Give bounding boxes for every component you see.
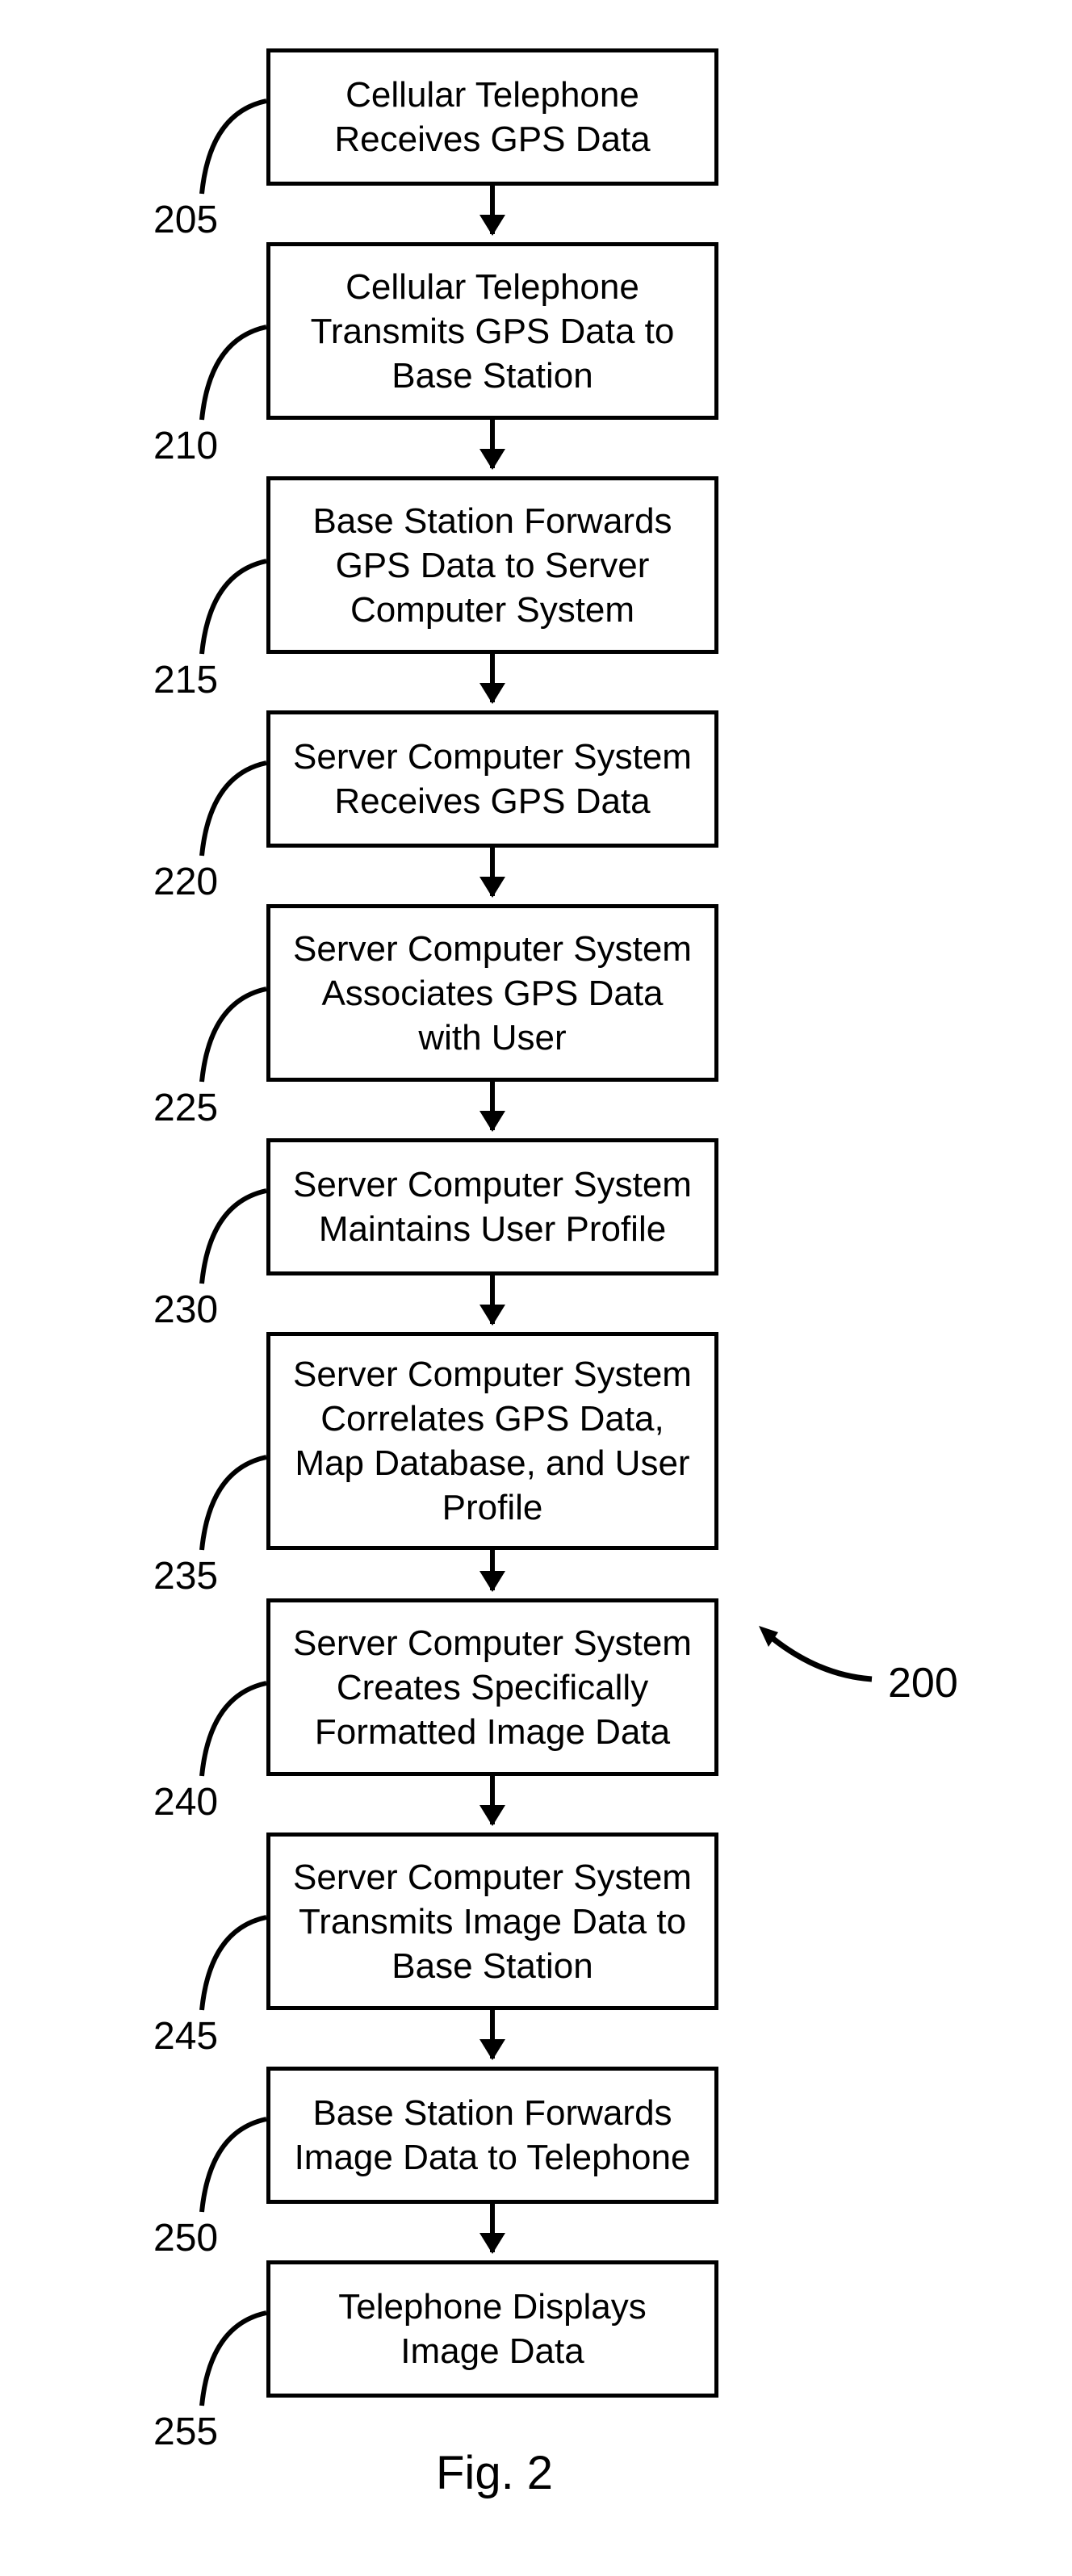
arrow-icon [490, 1082, 495, 1130]
step-box-205: Cellular Telephone Receives GPS Data [266, 48, 718, 186]
lead-line-icon [190, 1679, 270, 1784]
flowchart-canvas: Cellular Telephone Receives GPS Data 205… [0, 0, 1072, 2576]
arrow-icon [490, 654, 495, 702]
step-text: Server Computer System Correlates GPS Da… [290, 1352, 695, 1530]
lead-line-icon [190, 97, 270, 202]
step-box-225: Server Computer System Associates GPS Da… [266, 904, 718, 1082]
step-text: Base Station Forwards GPS Data to Server… [290, 499, 695, 632]
lead-line-icon [190, 2115, 270, 2220]
lead-line-icon [190, 323, 270, 428]
arrow-icon [490, 2010, 495, 2059]
lead-line-icon [190, 557, 270, 662]
ref-label-210: 210 [153, 424, 218, 468]
ref-label-225: 225 [153, 1086, 218, 1130]
step-box-230: Server Computer System Maintains User Pr… [266, 1138, 718, 1275]
lead-line-icon [190, 1913, 270, 2018]
step-box-245: Server Computer System Transmits Image D… [266, 1833, 718, 2010]
lead-line-icon [190, 1453, 270, 1558]
step-box-215: Base Station Forwards GPS Data to Server… [266, 476, 718, 654]
step-box-235: Server Computer System Correlates GPS Da… [266, 1332, 718, 1550]
figure-label: Fig. 2 [436, 2446, 553, 2500]
lead-line-icon [751, 1623, 880, 1695]
lead-line-icon [190, 2309, 270, 2414]
step-text: Server Computer System Associates GPS Da… [290, 927, 695, 1060]
step-box-210: Cellular Telephone Transmits GPS Data to… [266, 242, 718, 420]
ref-label-250: 250 [153, 2216, 218, 2260]
step-text: Base Station Forwards Image Data to Tele… [290, 2091, 695, 2180]
step-text: Server Computer System Maintains User Pr… [290, 1162, 695, 1251]
ref-label-240: 240 [153, 1780, 218, 1824]
ref-label-245: 245 [153, 2014, 218, 2059]
arrow-icon [490, 186, 495, 234]
arrow-icon [490, 2204, 495, 2252]
ref-label-220: 220 [153, 860, 218, 904]
step-text: Server Computer System Transmits Image D… [290, 1855, 695, 1988]
figure-ref-200: 200 [888, 1659, 958, 1707]
ref-label-215: 215 [153, 658, 218, 702]
arrow-icon [490, 1776, 495, 1824]
arrow-icon [490, 420, 495, 468]
arrow-icon [490, 1275, 495, 1324]
lead-line-icon [190, 1187, 270, 1292]
step-box-220: Server Computer System Receives GPS Data [266, 710, 718, 848]
ref-label-255: 255 [153, 2410, 218, 2454]
step-text: Server Computer System Receives GPS Data [290, 735, 695, 823]
arrow-icon [490, 1550, 495, 1590]
step-box-250: Base Station Forwards Image Data to Tele… [266, 2067, 718, 2204]
step-text: Server Computer System Creates Specifica… [290, 1621, 695, 1754]
ref-label-205: 205 [153, 198, 218, 242]
step-text: Telephone Displays Image Data [290, 2285, 695, 2373]
lead-line-icon [190, 759, 270, 864]
ref-label-230: 230 [153, 1288, 218, 1332]
arrow-icon [490, 848, 495, 896]
lead-line-icon [190, 985, 270, 1090]
step-box-255: Telephone Displays Image Data [266, 2260, 718, 2398]
step-text: Cellular Telephone Receives GPS Data [290, 73, 695, 161]
ref-label-235: 235 [153, 1554, 218, 1598]
step-text: Cellular Telephone Transmits GPS Data to… [290, 265, 695, 398]
step-box-240: Server Computer System Creates Specifica… [266, 1598, 718, 1776]
